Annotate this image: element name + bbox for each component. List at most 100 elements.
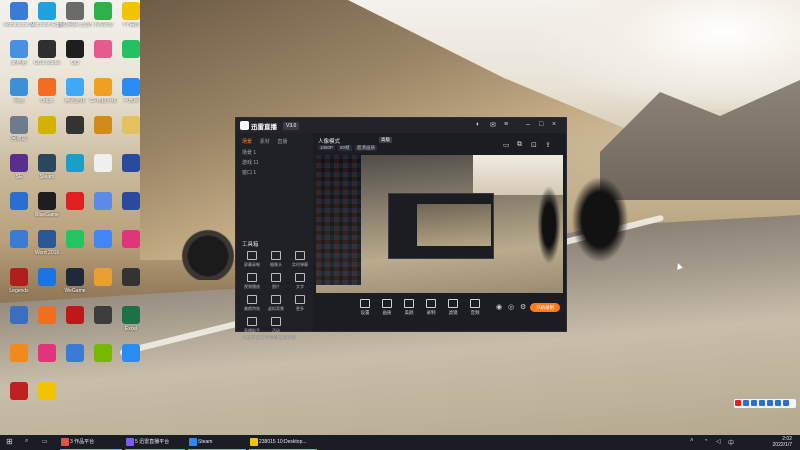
ime-keyboard-icon[interactable] [767, 400, 773, 406]
desktop-icon[interactable] [114, 230, 148, 268]
desktop-icon[interactable] [114, 40, 148, 78]
tool-button[interactable]: 实时弹幕 [289, 251, 311, 271]
desktop-app-icon [94, 344, 112, 362]
chip-quality[interactable]: 超清画质 [355, 145, 377, 151]
start-record-button[interactable]: 开始录制 [530, 303, 560, 312]
tool-button[interactable]: 虚拟背景 [265, 295, 287, 315]
tool-button[interactable]: 活动 [265, 317, 287, 337]
desktop-app-icon [38, 40, 56, 58]
quality-label: 画质 [382, 310, 392, 315]
chip-resolution[interactable]: 1080P [318, 145, 336, 150]
desktop-app-icon [122, 192, 140, 210]
tray-lang-icon[interactable]: 中 [728, 438, 734, 447]
mail-icon[interactable]: ✉ [490, 121, 496, 129]
start-windows-icon[interactable]: ⊞ [6, 437, 13, 446]
maximize-icon[interactable]: □ [539, 121, 543, 128]
mic-icon[interactable]: ◉ [496, 303, 502, 311]
desktop-app-icon [66, 344, 84, 362]
app-window[interactable]: 迅雷直播 V3.0 ◐ ✉ ≡ – □ × 场景 素材 直播 场景 1 游戏 1… [235, 117, 567, 340]
lock-icon[interactable]: ⊡ [531, 141, 537, 149]
title-bar[interactable]: 迅雷直播 V3.0 ◐ ✉ ≡ – □ × [236, 118, 566, 133]
desktop-app-icon [122, 268, 140, 286]
desktop-icon-label: 卢教师 [123, 98, 139, 104]
tool-button[interactable]: 屏幕录制 [241, 251, 263, 271]
tool-icon [247, 317, 257, 326]
tool-button[interactable]: 视频播放 [241, 273, 263, 293]
tray-volume-icon[interactable]: ◁ [716, 438, 721, 445]
footer-hint[interactable]: 点击开启实时弹幕互动功能 [242, 335, 296, 341]
tab-material[interactable]: 素材 [260, 139, 270, 145]
desktop-app-icon [94, 78, 112, 96]
sidebar: 场景 素材 直播 场景 1 游戏 11 窗口 1 工具箱 屏幕录制 摄像头 实时弹幕… [236, 133, 313, 340]
tab-scene[interactable]: 场景 [242, 139, 252, 145]
desktop-icon[interactable]: 卢教师 [114, 78, 148, 116]
taskbar-app-1-icon [61, 438, 69, 446]
ime-grid-icon[interactable] [783, 400, 789, 406]
skin-icon[interactable]: ◐ [476, 121, 480, 128]
ime-lang-icon[interactable] [743, 400, 749, 406]
tool-button[interactable]: 摄像头 [265, 251, 287, 271]
scene-icon[interactable]: ⧉ [517, 141, 522, 149]
search-icon[interactable]: ⌕ [25, 438, 28, 445]
desktop-icon[interactable]: YY语音 [114, 2, 148, 40]
project-item[interactable]: 场景 1 [242, 149, 256, 156]
taskbar-app-2[interactable]: 5 迅雷直播平台 [125, 435, 185, 450]
tool-button[interactable]: 更多 [289, 295, 311, 315]
gear-icon[interactable]: ⚙ [520, 303, 526, 311]
minimize-icon[interactable]: – [526, 121, 530, 128]
tray-network-icon[interactable]: ◔ [704, 438, 708, 444]
desktop-icon[interactable] [114, 344, 148, 382]
filter-button[interactable]: 滤镜 [442, 299, 464, 316]
beauty-button[interactable]: 美颜 [398, 299, 420, 316]
desktop-app-icon [66, 230, 84, 248]
project-item[interactable]: 窗口 1 [242, 169, 256, 176]
tool-button[interactable]: 美颜特效 [241, 295, 263, 315]
quality-button[interactable]: 画质 [376, 299, 398, 316]
tab-live[interactable]: 直播 [277, 139, 287, 145]
desktop-icon[interactable] [114, 268, 148, 306]
tool-icon [295, 251, 305, 260]
close-icon[interactable]: × [552, 121, 556, 128]
tool-icon [271, 295, 281, 304]
screenshot-icon[interactable]: ▭ [503, 141, 510, 149]
tray-arrow-icon[interactable]: ˄ [690, 438, 694, 444]
tool-label: 活动 [272, 328, 280, 333]
desktop-icon[interactable] [114, 154, 148, 192]
taskbar-app-4[interactable]: 238015 10:Desktop... [249, 435, 317, 450]
ime-toolbar[interactable] [734, 399, 796, 408]
taskbar-app-4-label: 238015 10:Desktop... [259, 439, 307, 445]
main-tag[interactable]: 高级 [379, 137, 392, 143]
ime-skin-icon[interactable] [775, 400, 781, 406]
desktop-icon[interactable]: Excel [114, 306, 148, 344]
desktop-app-icon [10, 78, 28, 96]
taskbar-app-4-icon [250, 438, 258, 446]
camera-icon[interactable]: ◎ [508, 303, 514, 311]
tool-icon [295, 273, 305, 282]
project-item[interactable]: 游戏 11 [242, 159, 259, 166]
tool-label: 屏幕录制 [244, 262, 260, 267]
clock[interactable]: 2:02 2022/1/7 [773, 436, 792, 448]
record-tool-button[interactable]: 录制 [420, 299, 442, 316]
ime-punct-icon[interactable] [751, 400, 757, 406]
file-explorer-icon[interactable]: ▭ [42, 438, 48, 445]
tool-button[interactable]: 直播助手 [241, 317, 263, 337]
nested-preview-image [417, 204, 491, 246]
ime-mic-icon[interactable] [759, 400, 765, 406]
audio-button[interactable]: 音频 [464, 299, 486, 316]
tool-button[interactable]: 文字 [289, 273, 311, 293]
share-icon[interactable]: ⇪ [545, 141, 551, 149]
tool-label: 图片 [272, 284, 280, 289]
desktop-icon[interactable] [114, 116, 148, 154]
tool-icon [247, 295, 257, 304]
chip-fps[interactable]: 60帧 [338, 145, 352, 151]
desktop-icon[interactable] [114, 192, 148, 230]
desktop-app-icon [66, 268, 84, 286]
desktop-icon[interactable] [30, 382, 64, 420]
taskbar-app-3[interactable]: Steam [188, 435, 246, 450]
menu-icon[interactable]: ≡ [504, 121, 508, 128]
settings-button[interactable]: 设置 [354, 299, 376, 316]
tool-button[interactable]: 图片 [265, 273, 287, 293]
taskbar-app-1[interactable]: 3 作品平台 [60, 435, 122, 450]
desktop-app-icon [10, 306, 28, 324]
preview-canvas[interactable] [316, 155, 563, 293]
